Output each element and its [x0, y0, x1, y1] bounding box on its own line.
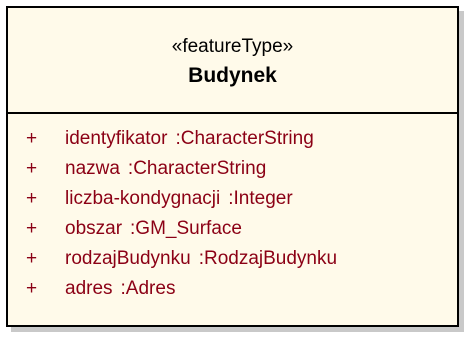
- attribute-name: obszar: [65, 218, 123, 239]
- class-stereotype: «featureType»: [171, 36, 294, 57]
- attribute-text: adres :Adres: [65, 274, 175, 304]
- uml-class-budynek[interactable]: «featureType» Budynek + identyfikator :Ch…: [6, 6, 459, 327]
- attribute-text: rodzajBudynku :RodzajBudynku: [65, 244, 337, 274]
- attribute-visibility: +: [26, 248, 38, 269]
- attribute-row[interactable]: + obszar :GM_Surface: [8, 214, 457, 244]
- attribute-compartment: + identyfikator :CharacterString + nazwa:…: [8, 114, 457, 304]
- attribute-visibility: +: [26, 278, 38, 299]
- attribute-text: obszar :GM_Surface: [65, 214, 242, 244]
- attribute-visibility: +: [26, 128, 38, 149]
- attribute-visibility: +: [26, 218, 38, 239]
- attribute-name: rodzajBudynku: [65, 248, 191, 269]
- class-name: Budynek: [188, 64, 277, 87]
- attribute-type: :Integer: [228, 188, 293, 209]
- class-header: «featureType» Budynek: [8, 8, 457, 114]
- attribute-type: :Adres: [120, 278, 176, 299]
- attribute-type: :RodzajBudynku: [198, 248, 338, 269]
- attribute-visibility: +: [26, 158, 38, 179]
- attribute-row[interactable]: + nazwa :CharacterString: [8, 154, 457, 184]
- attribute-text: liczba-kondygnacji :Integer: [65, 184, 293, 214]
- attribute-name: liczba-kondygnacji: [65, 188, 221, 209]
- attribute-row[interactable]: + identyfikator :CharacterString: [8, 124, 457, 154]
- attribute-name: identyfikator: [65, 128, 168, 149]
- attribute-text: nazwa :CharacterString: [65, 154, 266, 184]
- attribute-type: :CharacterString: [175, 128, 314, 149]
- attribute-type: :CharacterString: [127, 158, 267, 179]
- attribute-name: adres: [65, 278, 113, 299]
- attribute-type: :GM_Surface: [130, 218, 242, 239]
- attribute-visibility: +: [26, 188, 38, 209]
- diagram-canvas: «featureType» Budynek + identyfikator :Ch…: [0, 0, 472, 340]
- attribute-row[interactable]: + rodzajBudynku :RodzajBudynku: [8, 244, 457, 274]
- attribute-name: nazwa: [65, 158, 120, 179]
- attribute-text: identyfikator :CharacterString: [65, 124, 314, 154]
- attribute-row[interactable]: + adres :Adres: [8, 274, 457, 304]
- attribute-row[interactable]: + liczba-kondygnacji :Integer: [8, 184, 457, 214]
